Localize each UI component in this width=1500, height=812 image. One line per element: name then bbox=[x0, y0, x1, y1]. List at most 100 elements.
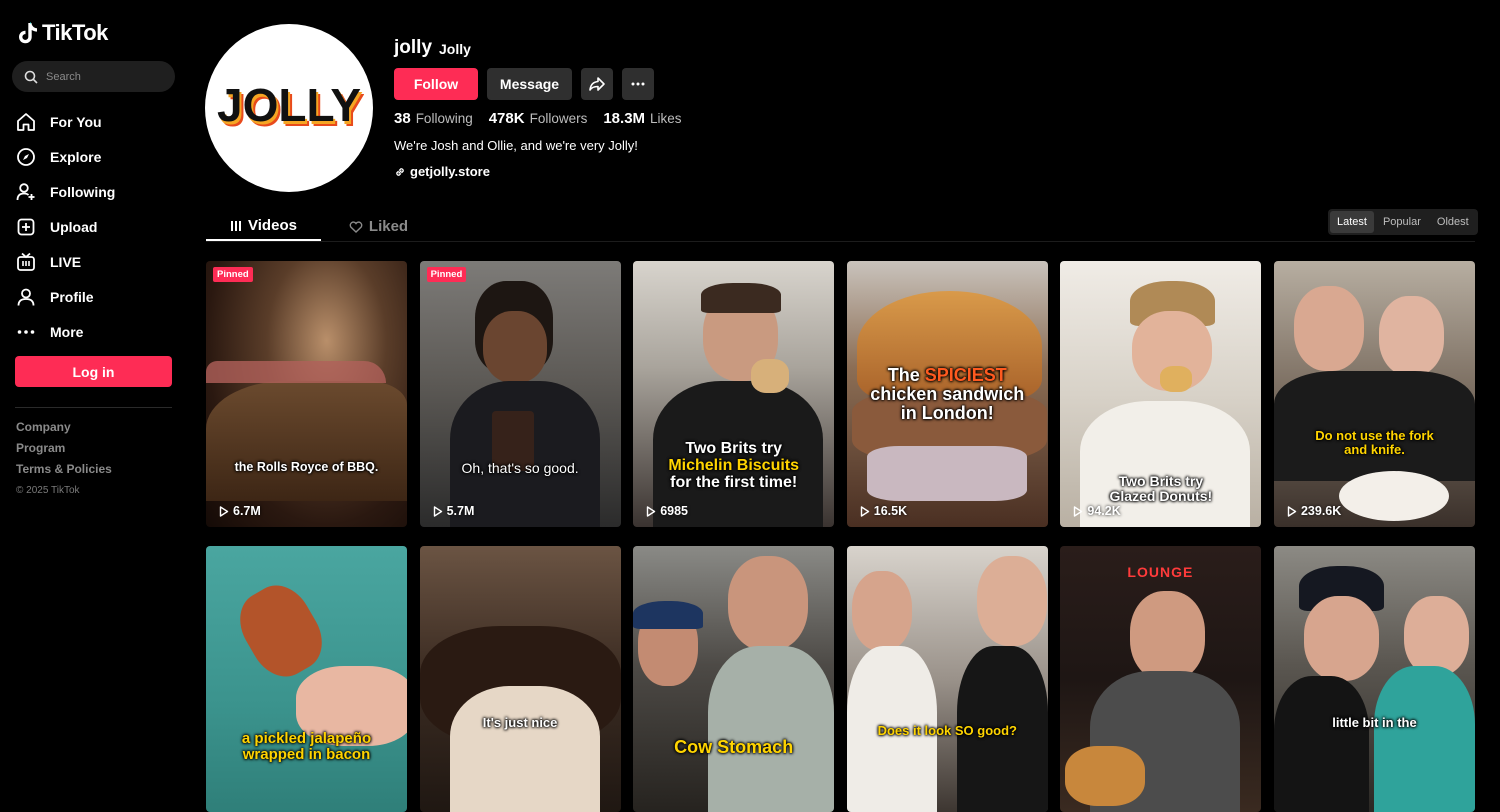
sidebar-item-label: Following bbox=[50, 183, 116, 200]
follow-button[interactable]: Follow bbox=[394, 68, 478, 100]
sidebar-item-label: Profile bbox=[50, 288, 94, 305]
video-card[interactable]: Cow Stomach bbox=[633, 546, 835, 812]
person-hair bbox=[701, 283, 782, 313]
sidebar-item-more[interactable]: More bbox=[16, 314, 115, 349]
caption-line: chicken sandwich bbox=[870, 383, 1025, 404]
video-caption: Two Brits try Michelin Biscuits for the fi… bbox=[641, 440, 826, 491]
view-count-value: 16.5K bbox=[873, 504, 908, 518]
following-icon bbox=[16, 182, 35, 200]
view-count-value: 6985 bbox=[660, 504, 688, 518]
sort-oldest[interactable]: Oldest bbox=[1430, 211, 1476, 233]
tabs-divider bbox=[206, 241, 1475, 242]
video-caption: the Rolls Royce of BBQ. bbox=[234, 460, 379, 474]
login-button[interactable]: Log in bbox=[15, 356, 172, 387]
video-caption: Does it look SO good? bbox=[855, 724, 1040, 738]
sort-popular[interactable]: Popular bbox=[1376, 211, 1428, 233]
sidebar-footer: Company Program Terms & Policies © 2025 … bbox=[16, 420, 112, 496]
burger-slaw bbox=[866, 446, 1027, 501]
live-icon bbox=[17, 252, 35, 271]
view-count-value: 239.6K bbox=[1300, 504, 1342, 518]
search-box[interactable] bbox=[12, 61, 175, 92]
caption-line: Two Brits try bbox=[685, 440, 782, 457]
video-card[interactable]: Does it look SO good? bbox=[846, 546, 1048, 812]
video-caption: It's just nice bbox=[482, 715, 558, 730]
person-shirt bbox=[1273, 676, 1369, 812]
avatar[interactable]: JOLLY JOLLY JOLLY bbox=[205, 24, 373, 192]
profile-link[interactable]: getjolly.store bbox=[394, 164, 490, 179]
person-face bbox=[482, 311, 547, 383]
food-plate bbox=[1065, 746, 1146, 806]
likes-label: Likes bbox=[650, 111, 682, 126]
video-card[interactable]: a pickled jalapeño wrapped in bacon bbox=[206, 546, 407, 812]
sidebar-item-for-you[interactable]: For You bbox=[16, 104, 115, 139]
jolly-logo: JOLLY JOLLY JOLLY bbox=[217, 79, 364, 136]
bio: We're Josh and Ollie, and we're very Jol… bbox=[394, 138, 638, 153]
play-icon bbox=[1287, 505, 1297, 517]
video-card[interactable]: Pinned Oh, that's so good. 5.7M bbox=[419, 261, 621, 527]
compass-icon bbox=[17, 147, 35, 166]
sidebar-item-following[interactable]: Following bbox=[16, 174, 115, 209]
share-icon bbox=[589, 77, 605, 91]
more-icon bbox=[17, 329, 35, 334]
grid-icon bbox=[231, 220, 242, 231]
video-grid: Pinned the Rolls Royce of BBQ. 6.7M Pinn… bbox=[206, 261, 1475, 812]
message-button[interactable]: Message bbox=[487, 68, 572, 100]
svg-text:JOLLY: JOLLY bbox=[217, 79, 361, 131]
sidebar-item-live[interactable]: LIVE bbox=[16, 244, 115, 279]
view-count: 94.2K bbox=[1073, 504, 1121, 518]
sidebar-item-label: Upload bbox=[50, 218, 98, 235]
video-card[interactable]: Two Brits try Glazed Donuts! 94.2K bbox=[1060, 261, 1262, 527]
share-button[interactable] bbox=[581, 68, 613, 100]
followers-stat[interactable]: 478K Followers bbox=[489, 110, 588, 127]
tiktok-icon bbox=[19, 22, 37, 44]
more-options-button[interactable] bbox=[622, 68, 654, 100]
link-icon bbox=[396, 167, 404, 176]
video-caption: little bit in the bbox=[1332, 715, 1417, 730]
video-card[interactable]: Two Brits try Michelin Biscuits for the fi… bbox=[633, 261, 835, 527]
sidebar-item-profile[interactable]: Profile bbox=[16, 279, 115, 314]
likes-count: 18.3M bbox=[603, 110, 646, 127]
more-icon bbox=[631, 82, 645, 86]
video-card[interactable]: little bit in the bbox=[1273, 546, 1475, 812]
sidebar-divider bbox=[15, 407, 172, 408]
sidebar-item-upload[interactable]: Upload bbox=[16, 209, 115, 244]
caption-line: in London! bbox=[900, 402, 994, 423]
following-stat[interactable]: 38 Following bbox=[394, 110, 473, 127]
food-plate bbox=[1338, 471, 1449, 521]
video-caption: Two Brits try Glazed Donuts! bbox=[1068, 474, 1253, 503]
video-card[interactable]: Pinned the Rolls Royce of BBQ. 6.7M bbox=[206, 261, 407, 527]
person-shirts bbox=[1273, 371, 1475, 481]
person-shirt bbox=[708, 646, 835, 812]
footer-link-program[interactable]: Program bbox=[16, 441, 112, 462]
video-card[interactable]: LOUNGE bbox=[1060, 546, 1262, 812]
sidebar-item-explore[interactable]: Explore bbox=[16, 139, 115, 174]
view-count: 16.5K bbox=[860, 504, 907, 518]
tab-label: Liked bbox=[368, 218, 409, 235]
caption-line: for the first time! bbox=[670, 473, 798, 491]
username: jolly bbox=[394, 37, 433, 58]
search-input[interactable] bbox=[46, 70, 156, 83]
heart-lock-icon bbox=[349, 220, 363, 233]
caption-line: SPICIEST bbox=[924, 365, 1007, 385]
video-card[interactable]: The SPICIEST chicken sandwich in London! 1… bbox=[846, 261, 1048, 527]
sort-latest[interactable]: Latest bbox=[1330, 211, 1374, 233]
video-card[interactable]: Do not use the fork and knife. 239.6K bbox=[1273, 261, 1475, 527]
caption-line: and knife. bbox=[1344, 441, 1405, 457]
caption-line: a pickled jalapeño bbox=[241, 730, 372, 747]
home-icon bbox=[17, 112, 35, 131]
view-count: 239.6K bbox=[1287, 504, 1341, 518]
view-count: 5.7M bbox=[433, 504, 474, 518]
person-face bbox=[1303, 596, 1379, 681]
caption-line: Cow Stomach bbox=[674, 737, 794, 757]
footer-link-company[interactable]: Company bbox=[16, 420, 112, 441]
footer-link-terms[interactable]: Terms & Policies bbox=[16, 462, 112, 483]
tab-videos[interactable]: Videos bbox=[206, 212, 321, 241]
play-icon bbox=[860, 505, 869, 517]
followers-count: 478K bbox=[488, 110, 525, 127]
profile-icon bbox=[17, 288, 35, 306]
person-cap bbox=[633, 601, 704, 629]
tiktok-logo[interactable]: TikTok bbox=[18, 20, 108, 46]
video-card[interactable]: It's just nice bbox=[419, 546, 621, 812]
tab-liked[interactable]: Liked bbox=[321, 212, 436, 241]
video-caption: a pickled jalapeño wrapped in bacon bbox=[214, 731, 399, 763]
